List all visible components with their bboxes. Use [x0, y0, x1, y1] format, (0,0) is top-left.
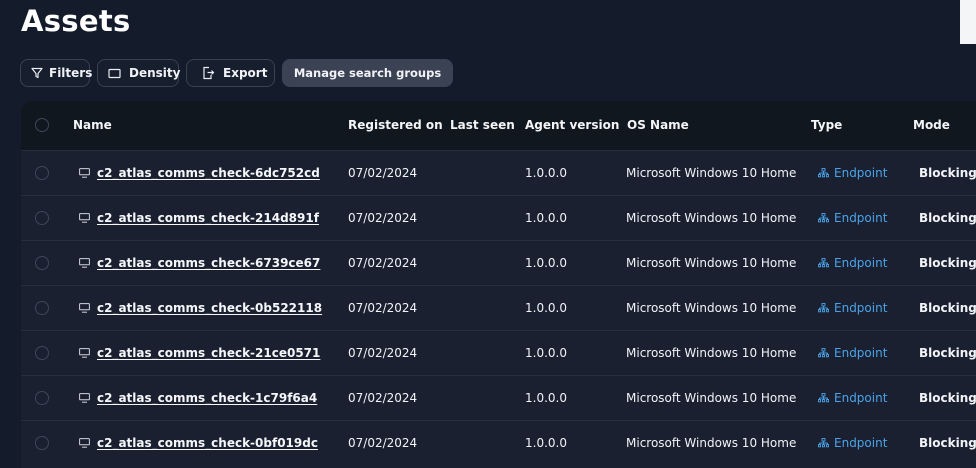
- os-name-cell: Microsoft Windows 10 Home: [626, 301, 797, 315]
- type-cell[interactable]: Endpoint: [834, 256, 887, 270]
- registered-on-cell: 07/02/2024: [348, 346, 418, 360]
- type-cell[interactable]: Endpoint: [834, 166, 887, 180]
- export-icon: [201, 66, 215, 80]
- column-header-mode[interactable]: Mode: [913, 118, 950, 132]
- asset-name-link[interactable]: c2_atlas_comms_check-0bf019dc: [97, 436, 318, 450]
- mode-cell: Blocking: [919, 211, 976, 225]
- density-icon: [108, 66, 121, 80]
- assets-page: Assets Filters Density Export Manage sea…: [0, 0, 976, 468]
- table-row[interactable]: c2_atlas_comms_check-0bf019dc 07/02/2024…: [21, 420, 976, 465]
- computer-icon: [79, 258, 90, 268]
- filters-button[interactable]: Filters: [20, 59, 93, 87]
- table-header: Name Registered on Last seen Agent versi…: [21, 101, 976, 150]
- table-row[interactable]: c2_atlas_comms_check-6739ce67 07/02/2024…: [21, 240, 976, 285]
- column-header-os-name[interactable]: OS Name: [627, 118, 689, 132]
- agent-version-cell: 1.0.0.0: [525, 166, 567, 180]
- column-header-last-seen[interactable]: Last seen: [450, 118, 515, 132]
- row-select-radio[interactable]: [35, 301, 49, 315]
- type-cell[interactable]: Endpoint: [834, 346, 887, 360]
- row-select-radio[interactable]: [35, 166, 49, 180]
- mode-cell: Blocking: [919, 256, 976, 270]
- os-name-cell: Microsoft Windows 10 Home: [626, 436, 797, 450]
- os-name-cell: Microsoft Windows 10 Home: [626, 391, 797, 405]
- endpoint-network-icon: [818, 393, 829, 403]
- manage-search-groups-button[interactable]: Manage search groups: [282, 59, 453, 87]
- type-cell[interactable]: Endpoint: [834, 211, 887, 225]
- table-row[interactable]: c2_atlas_comms_check-1c79f6a4 07/02/2024…: [21, 375, 976, 420]
- registered-on-cell: 07/02/2024: [348, 436, 418, 450]
- asset-name-link[interactable]: c2_atlas_comms_check-214d891f: [97, 211, 319, 225]
- computer-icon: [79, 348, 90, 358]
- export-button[interactable]: Export: [186, 59, 275, 87]
- export-label: Export: [223, 66, 268, 80]
- mode-cell: Blocking: [919, 301, 976, 315]
- agent-version-cell: 1.0.0.0: [525, 301, 567, 315]
- endpoint-network-icon: [818, 168, 829, 178]
- table-row[interactable]: c2_atlas_comms_check-21ce0571 07/02/2024…: [21, 330, 976, 375]
- row-select-radio[interactable]: [35, 436, 49, 450]
- endpoint-network-icon: [818, 303, 829, 313]
- assets-table: Name Registered on Last seen Agent versi…: [21, 101, 976, 468]
- mode-cell: Blocking: [919, 166, 976, 180]
- computer-icon: [79, 438, 90, 448]
- mode-cell: Blocking: [919, 391, 976, 405]
- computer-icon: [79, 213, 90, 223]
- agent-version-cell: 1.0.0.0: [525, 391, 567, 405]
- density-label: Density: [129, 66, 181, 80]
- os-name-cell: Microsoft Windows 10 Home: [626, 346, 797, 360]
- computer-icon: [79, 168, 90, 178]
- row-select-radio[interactable]: [35, 211, 49, 225]
- row-select-radio[interactable]: [35, 346, 49, 360]
- endpoint-network-icon: [818, 438, 829, 448]
- row-select-radio[interactable]: [35, 256, 49, 270]
- endpoint-network-icon: [818, 213, 829, 223]
- asset-name-link[interactable]: c2_atlas_comms_check-21ce0571: [97, 346, 320, 360]
- page-title: Assets: [21, 4, 131, 38]
- mode-cell: Blocking: [919, 436, 976, 450]
- asset-name-link[interactable]: c2_atlas_comms_check-0b522118: [97, 301, 322, 315]
- agent-version-cell: 1.0.0.0: [525, 211, 567, 225]
- filter-icon: [31, 66, 43, 80]
- registered-on-cell: 07/02/2024: [348, 301, 418, 315]
- column-header-registered-on[interactable]: Registered on: [348, 118, 443, 132]
- computer-icon: [79, 393, 90, 403]
- select-all-radio[interactable]: [35, 118, 49, 132]
- column-header-name[interactable]: Name: [73, 118, 112, 132]
- asset-name-link[interactable]: c2_atlas_comms_check-6dc752cd: [97, 166, 320, 180]
- registered-on-cell: 07/02/2024: [348, 256, 418, 270]
- filters-label: Filters: [49, 66, 93, 80]
- table-row[interactable]: c2_atlas_comms_check-0b522118 07/02/2024…: [21, 285, 976, 330]
- agent-version-cell: 1.0.0.0: [525, 256, 567, 270]
- registered-on-cell: 07/02/2024: [348, 391, 418, 405]
- computer-icon: [79, 303, 90, 313]
- density-button[interactable]: Density: [97, 59, 181, 87]
- agent-version-cell: 1.0.0.0: [525, 346, 567, 360]
- endpoint-network-icon: [818, 348, 829, 358]
- asset-name-link[interactable]: c2_atlas_comms_check-6739ce67: [97, 256, 320, 270]
- agent-version-cell: 1.0.0.0: [525, 436, 567, 450]
- column-header-agent-version[interactable]: Agent version: [525, 118, 619, 132]
- asset-name-link[interactable]: c2_atlas_comms_check-1c79f6a4: [97, 391, 317, 405]
- corner-panel: [960, 0, 976, 44]
- type-cell[interactable]: Endpoint: [834, 436, 887, 450]
- row-select-radio[interactable]: [35, 391, 49, 405]
- os-name-cell: Microsoft Windows 10 Home: [626, 166, 797, 180]
- endpoint-network-icon: [818, 258, 829, 268]
- registered-on-cell: 07/02/2024: [348, 211, 418, 225]
- column-header-type[interactable]: Type: [811, 118, 842, 132]
- table-row[interactable]: c2_atlas_comms_check-214d891f 07/02/2024…: [21, 195, 976, 240]
- manage-search-groups-label: Manage search groups: [293, 66, 442, 80]
- os-name-cell: Microsoft Windows 10 Home: [626, 256, 797, 270]
- type-cell[interactable]: Endpoint: [834, 391, 887, 405]
- mode-cell: Blocking: [919, 346, 976, 360]
- table-row[interactable]: c2_atlas_comms_check-6dc752cd 07/02/2024…: [21, 150, 976, 195]
- registered-on-cell: 07/02/2024: [348, 166, 418, 180]
- type-cell[interactable]: Endpoint: [834, 301, 887, 315]
- os-name-cell: Microsoft Windows 10 Home: [626, 211, 797, 225]
